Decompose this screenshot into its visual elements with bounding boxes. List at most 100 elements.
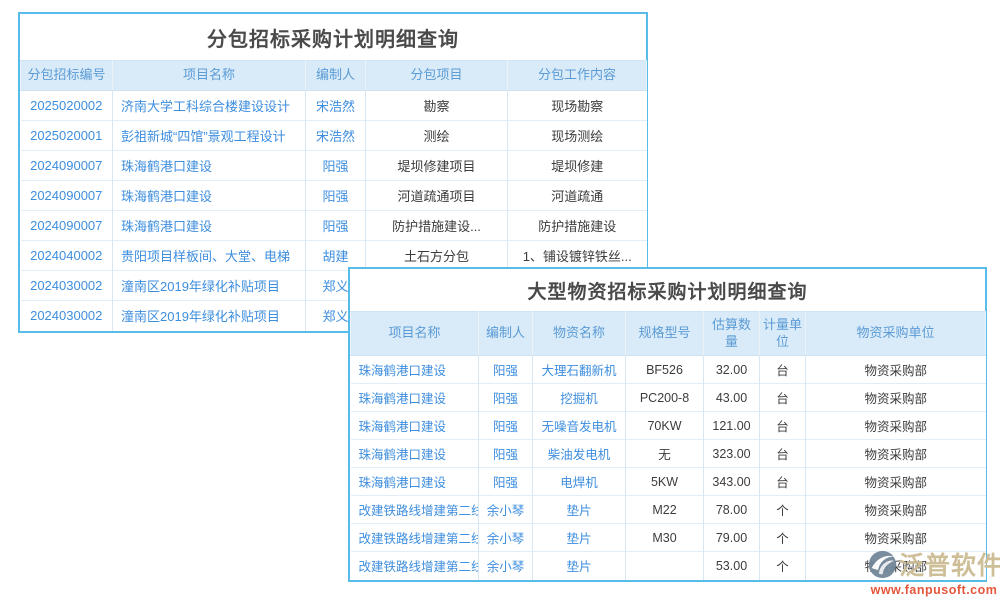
table-cell: 台 — [760, 468, 806, 496]
table-row: 2025020002济南大学工科综合楼建设设计宋浩然勘察现场勘察 — [21, 91, 647, 121]
table-cell: 个 — [760, 552, 806, 580]
table-cell: PC200-8 — [626, 384, 704, 412]
table-cell: 53.00 — [704, 552, 760, 580]
table-cell-link[interactable]: 珠海鹤港口建设 — [351, 468, 479, 496]
table-cell — [626, 552, 704, 580]
table-cell-link[interactable]: 2024090007 — [21, 151, 113, 181]
desktop: 分包招标采购计划明细查询 分包招标编号项目名称编制人分包项目分包工作内容2025… — [0, 0, 1000, 600]
table-cell-link[interactable]: 宋浩然 — [306, 91, 366, 121]
table-cell: 物资采购部 — [806, 440, 986, 468]
table-cell: 河道疏通 — [508, 181, 647, 211]
table-cell-link[interactable]: 阳强 — [479, 440, 533, 468]
table-cell-link[interactable]: 阳强 — [479, 384, 533, 412]
table-cell: 物资采购部 — [806, 524, 986, 552]
table-cell: 防护措施建设 — [508, 211, 647, 241]
column-header: 规格型号 — [626, 312, 704, 356]
table-cell-link[interactable]: 改建铁路线增建第二线直通 — [351, 496, 479, 524]
table-cell-link[interactable]: 垫片 — [533, 552, 626, 580]
table-cell-link[interactable]: 改建铁路线增建第二线直通 — [351, 552, 479, 580]
table-cell: 个 — [760, 524, 806, 552]
table-cell-link[interactable]: 阳强 — [306, 211, 366, 241]
table-cell: 现场勘察 — [508, 91, 647, 121]
table-cell-link[interactable]: 珠海鹤港口建设 — [351, 412, 479, 440]
table-cell: 物资采购部 — [806, 468, 986, 496]
table-cell-link[interactable]: 柴油发电机 — [533, 440, 626, 468]
table-row: 珠海鹤港口建设阳强无噪音发电机70KW121.00台物资采购部 — [351, 412, 986, 440]
table-cell: 43.00 — [704, 384, 760, 412]
table-cell: 343.00 — [704, 468, 760, 496]
column-header: 项目名称 — [113, 61, 306, 91]
table-cell-link[interactable]: 2024030002 — [21, 271, 113, 301]
table-cell: M30 — [626, 524, 704, 552]
table-cell: 121.00 — [704, 412, 760, 440]
table-cell: 土石方分包 — [366, 241, 508, 271]
materials-table: 项目名称编制人物资名称规格型号估算数量计量单位物资采购单位珠海鹤港口建设阳强大理… — [350, 311, 986, 580]
table-row: 改建铁路线增建第二线直通余小琴垫片 53.00个物资采购部 — [351, 552, 986, 580]
materials-window-title: 大型物资招标采购计划明细查询 — [350, 269, 985, 311]
table-cell-link[interactable]: 济南大学工科综合楼建设设计 — [113, 91, 306, 121]
table-cell-link[interactable]: 无噪音发电机 — [533, 412, 626, 440]
table-cell-link[interactable]: 阳强 — [306, 151, 366, 181]
column-header: 计量单位 — [760, 312, 806, 356]
table-cell: 79.00 — [704, 524, 760, 552]
table-cell: 70KW — [626, 412, 704, 440]
table-cell: 台 — [760, 356, 806, 384]
table-cell: 现场测绘 — [508, 121, 647, 151]
subcontract-window-title: 分包招标采购计划明细查询 — [20, 14, 646, 60]
table-cell-link[interactable]: 珠海鹤港口建设 — [351, 384, 479, 412]
column-header: 分包招标编号 — [21, 61, 113, 91]
table-cell-link[interactable]: 2025020001 — [21, 121, 113, 151]
table-cell: 5KW — [626, 468, 704, 496]
table-cell-link[interactable]: 改建铁路线增建第二线直通 — [351, 524, 479, 552]
table-cell: 78.00 — [704, 496, 760, 524]
table-cell-link[interactable]: 2024030002 — [21, 301, 113, 331]
table-cell-link[interactable]: 阳强 — [479, 356, 533, 384]
table-cell-link[interactable]: 阳强 — [479, 468, 533, 496]
table-row: 改建铁路线增建第二线直通余小琴垫片M2278.00个物资采购部 — [351, 496, 986, 524]
table-cell: 物资采购部 — [806, 552, 986, 580]
table-cell: 物资采购部 — [806, 412, 986, 440]
table-cell-link[interactable]: 珠海鹤港口建设 — [351, 356, 479, 384]
table-cell-link[interactable]: 贵阳项目样板间、大堂、电梯 — [113, 241, 306, 271]
table-cell-link[interactable]: 挖掘机 — [533, 384, 626, 412]
table-cell: BF526 — [626, 356, 704, 384]
table-cell: 无 — [626, 440, 704, 468]
table-row: 2025020001彭祖新城“四馆”景观工程设计宋浩然测绘现场测绘 — [21, 121, 647, 151]
table-cell-link[interactable]: 珠海鹤港口建设 — [113, 181, 306, 211]
column-header: 编制人 — [306, 61, 366, 91]
table-cell-link[interactable]: 2024090007 — [21, 211, 113, 241]
table-cell: 堤坝修建 — [508, 151, 647, 181]
table-cell-link[interactable]: 余小琴 — [479, 524, 533, 552]
table-cell-link[interactable]: 胡建 — [306, 241, 366, 271]
table-cell-link[interactable]: 阳强 — [479, 412, 533, 440]
table-row: 珠海鹤港口建设阳强电焊机5KW343.00台物资采购部 — [351, 468, 986, 496]
table-cell-link[interactable]: 垫片 — [533, 496, 626, 524]
table-cell: 32.00 — [704, 356, 760, 384]
table-cell-link[interactable]: 大理石翻新机 — [533, 356, 626, 384]
table-cell-link[interactable]: 垫片 — [533, 524, 626, 552]
table-cell: M22 — [626, 496, 704, 524]
table-cell-link[interactable]: 宋浩然 — [306, 121, 366, 151]
table-row: 珠海鹤港口建设阳强柴油发电机无323.00台物资采购部 — [351, 440, 986, 468]
table-row: 珠海鹤港口建设阳强挖掘机PC200-843.00台物资采购部 — [351, 384, 986, 412]
table-cell-link[interactable]: 2024040002 — [21, 241, 113, 271]
table-cell-link[interactable]: 2024090007 — [21, 181, 113, 211]
table-cell: 台 — [760, 412, 806, 440]
table-cell-link[interactable]: 珠海鹤港口建设 — [113, 151, 306, 181]
table-cell: 测绘 — [366, 121, 508, 151]
table-cell-link[interactable]: 珠海鹤港口建设 — [351, 440, 479, 468]
vendor-url: www.fanpusoft.com — [868, 583, 1000, 597]
table-cell-link[interactable]: 潼南区2019年绿化补贴项目 — [113, 301, 306, 331]
table-cell-link[interactable]: 余小琴 — [479, 496, 533, 524]
table-row: 改建铁路线增建第二线直通余小琴垫片M3079.00个物资采购部 — [351, 524, 986, 552]
table-cell-link[interactable]: 余小琴 — [479, 552, 533, 580]
table-cell-link[interactable]: 阳强 — [306, 181, 366, 211]
table-header-row: 项目名称编制人物资名称规格型号估算数量计量单位物资采购单位 — [351, 312, 986, 356]
table-cell: 物资采购部 — [806, 496, 986, 524]
table-cell-link[interactable]: 电焊机 — [533, 468, 626, 496]
table-cell-link[interactable]: 2025020002 — [21, 91, 113, 121]
table-cell-link[interactable]: 彭祖新城“四馆”景观工程设计 — [113, 121, 306, 151]
table-cell-link[interactable]: 潼南区2019年绿化补贴项目 — [113, 271, 306, 301]
table-cell-link[interactable]: 珠海鹤港口建设 — [113, 211, 306, 241]
table-row: 2024090007珠海鹤港口建设阳强堤坝修建项目堤坝修建 — [21, 151, 647, 181]
